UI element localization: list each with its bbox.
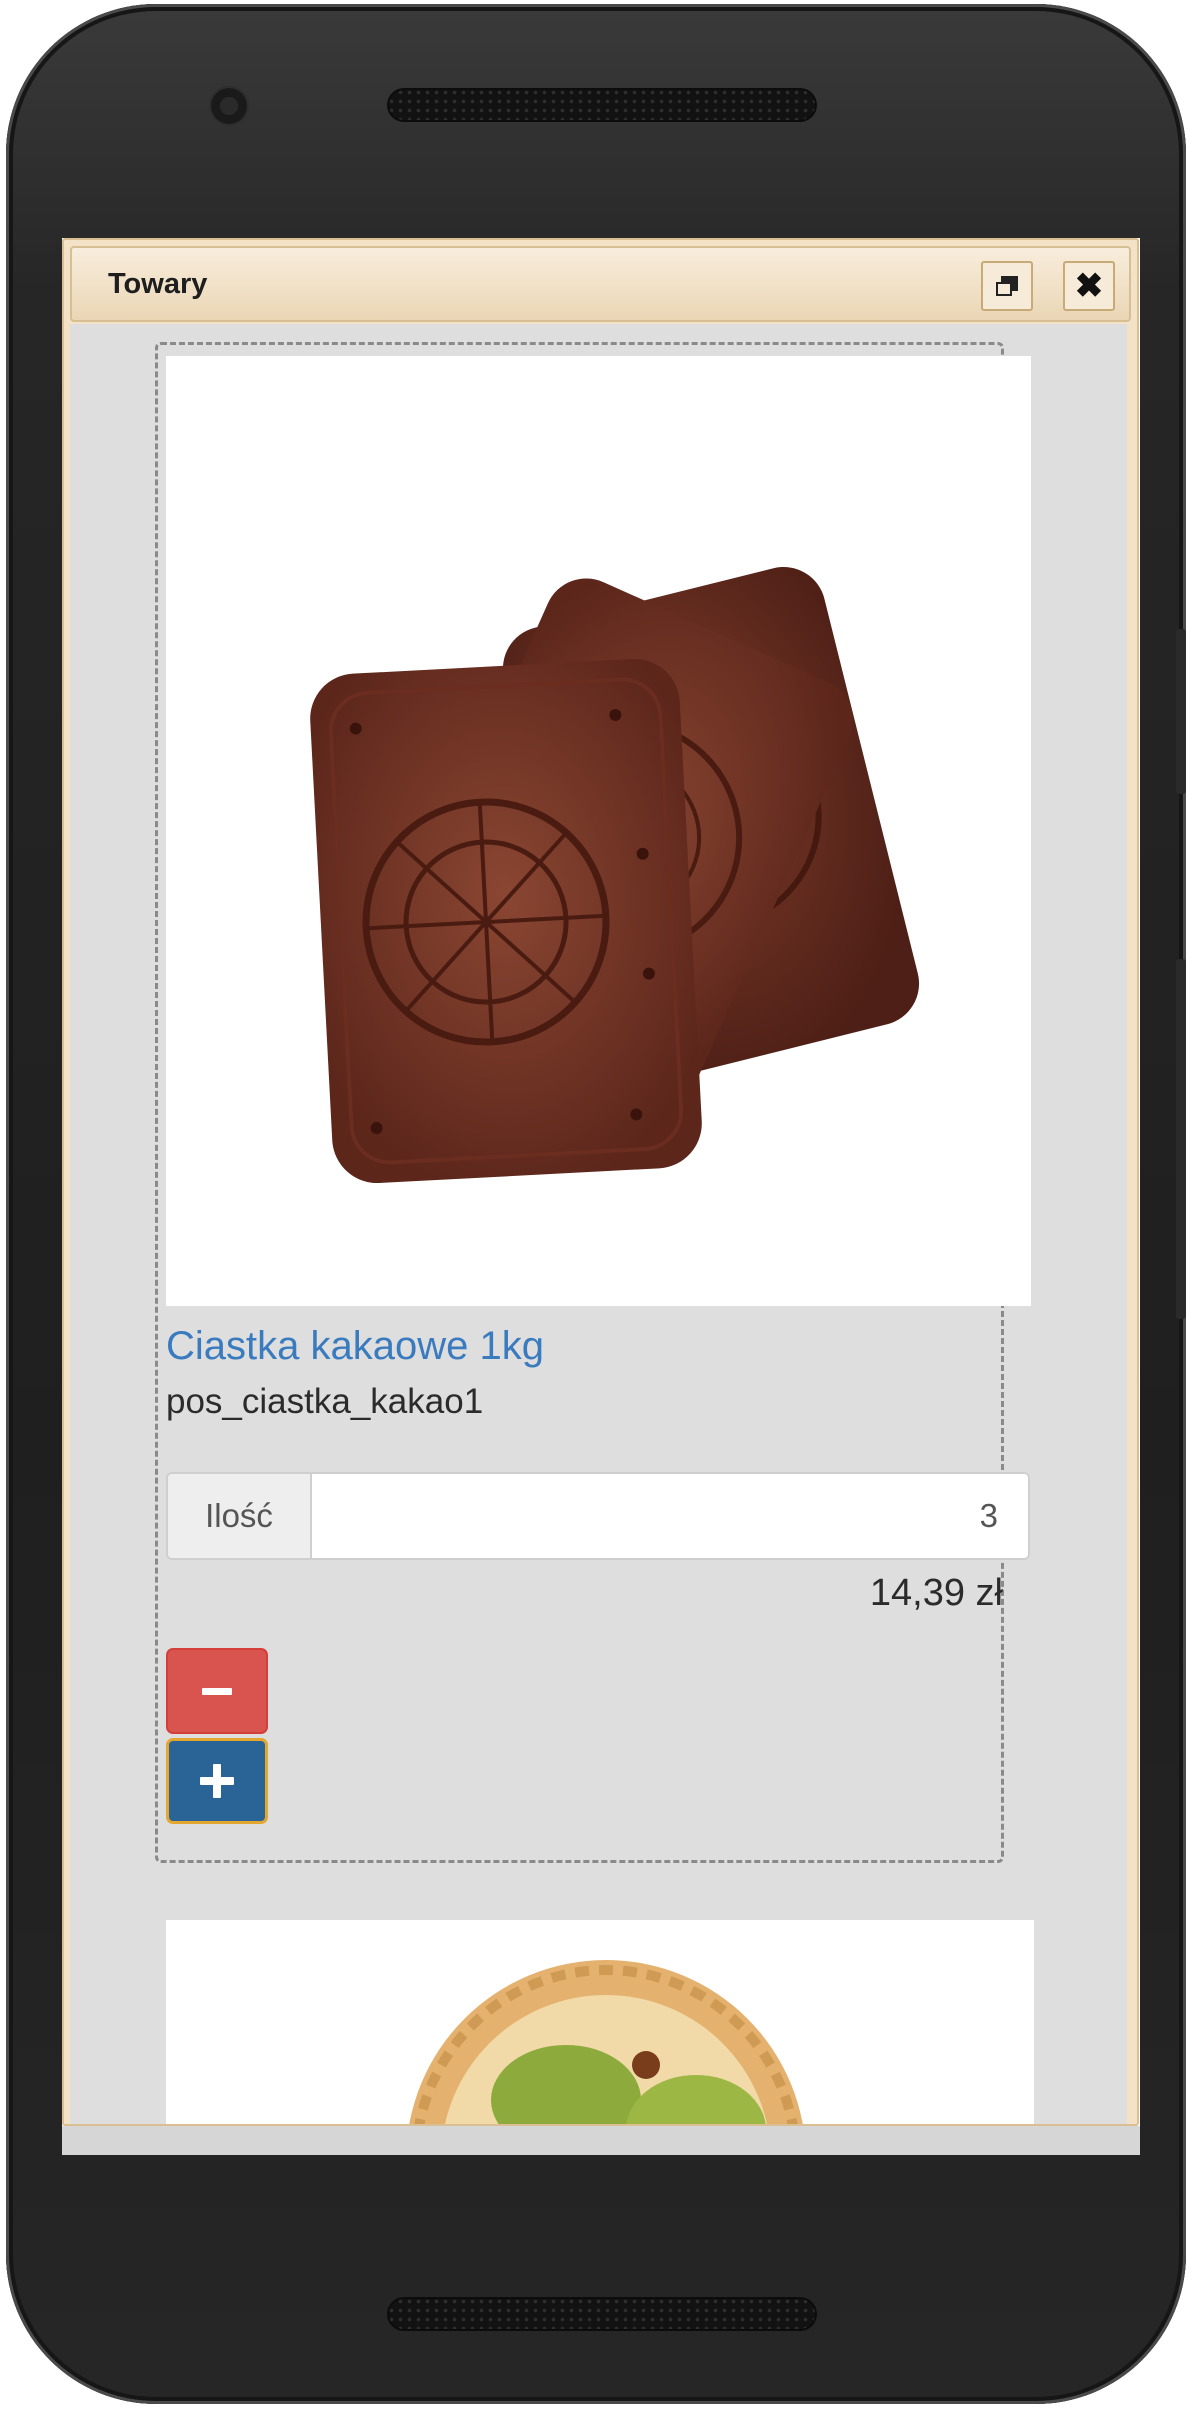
increase-quantity-button[interactable]: [166, 1738, 268, 1824]
restore-window-icon: [996, 276, 1018, 296]
product-image: [166, 356, 1031, 1306]
scrollbar-track[interactable]: [1127, 324, 1137, 2124]
quantity-label: Ilość: [168, 1474, 312, 1558]
quantity-input[interactable]: [312, 1474, 1028, 1558]
bottom-speaker-grille: [387, 2297, 817, 2331]
bottom-strip: [62, 2126, 1140, 2155]
quantity-group: Ilość: [166, 1472, 1030, 1560]
volume-button: [1176, 959, 1186, 1319]
plus-icon: [200, 1764, 234, 1798]
window-content[interactable]: Ciastka kakaowe 1kg pos_ciastka_kakao1 I…: [70, 324, 1127, 2124]
product-code: pos_ciastka_kakao1: [166, 1382, 484, 1421]
restore-button[interactable]: [981, 261, 1033, 311]
close-button[interactable]: ✖: [1063, 261, 1115, 311]
phone-frame: Towary ✖ Ciastka kakaowe 1kg pos_ciastka…: [6, 4, 1186, 2404]
product-name-link[interactable]: Ciastka kakaowe 1kg: [166, 1324, 544, 1369]
decrease-quantity-button[interactable]: [166, 1648, 268, 1734]
power-button: [1176, 629, 1186, 794]
screen: Towary ✖ Ciastka kakaowe 1kg pos_ciastka…: [62, 238, 1140, 2155]
next-product-image: [166, 1920, 1034, 2124]
product-price: 14,39 zł: [869, 1572, 1003, 1614]
front-camera: [211, 88, 247, 124]
close-icon: ✖: [1074, 267, 1104, 305]
window-titlebar[interactable]: Towary ✖: [70, 246, 1131, 322]
top-speaker-grille: [387, 88, 817, 122]
tart-image: [166, 1920, 1034, 2124]
minus-icon: [202, 1687, 232, 1695]
window-title: Towary: [108, 268, 208, 300]
cocoa-biscuits-image: [166, 356, 1031, 1306]
products-window: Towary ✖ Ciastka kakaowe 1kg pos_ciastka…: [62, 238, 1139, 2126]
